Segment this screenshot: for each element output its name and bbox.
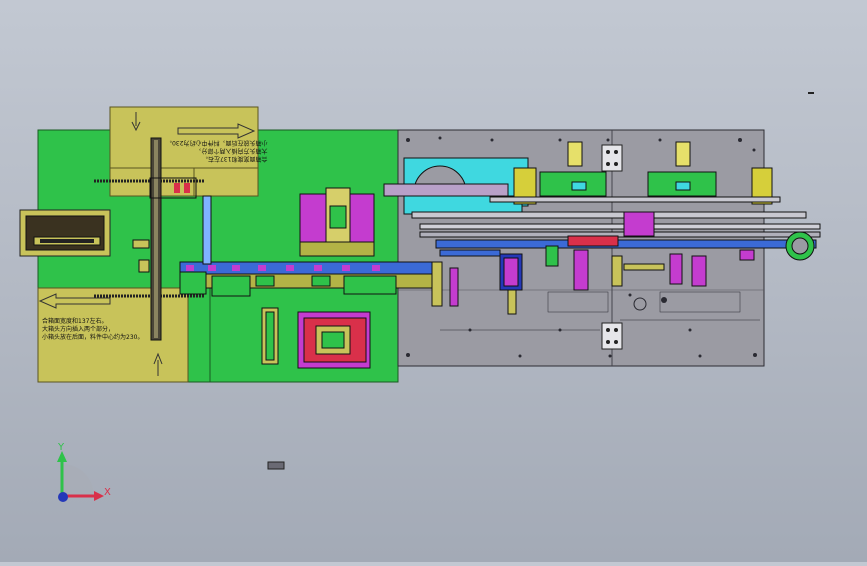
x-axis-label: X bbox=[104, 487, 111, 498]
coordinate-triad bbox=[57, 451, 104, 502]
y-axis-label: Y bbox=[58, 442, 65, 453]
note-top-line2: 大箱头方向插入两个部分， bbox=[195, 147, 268, 154]
note-bottom-line1: 合箱面宽度和137左右。 bbox=[42, 318, 108, 325]
note-top-line3: 小箱头放在后面，料件中心约为230。 bbox=[166, 139, 268, 146]
note-bottom: 合箱面宽度和137左右。 大箱头方向插入两个部分， 小箱头放在后面，料件中心约为… bbox=[42, 318, 143, 342]
cad-viewport[interactable]: 合箱面宽度和137左右。 大箱头方向插入两个部分， 小箱头放在后面，料件中心约为… bbox=[0, 0, 867, 562]
assembly-drawing bbox=[19, 92, 821, 502]
note-top: 合箱面宽度和137左右。 大箱头方向插入两个部分， 小箱头放在后面，料件中心约为… bbox=[166, 138, 267, 162]
note-top-line1: 合箱面宽度和137左右。 bbox=[202, 155, 268, 162]
note-bottom-line3: 小箱头放在后面，料件中心约为230。 bbox=[42, 334, 144, 341]
note-bottom-line2: 大箱头方向插入两个部分， bbox=[42, 326, 115, 333]
